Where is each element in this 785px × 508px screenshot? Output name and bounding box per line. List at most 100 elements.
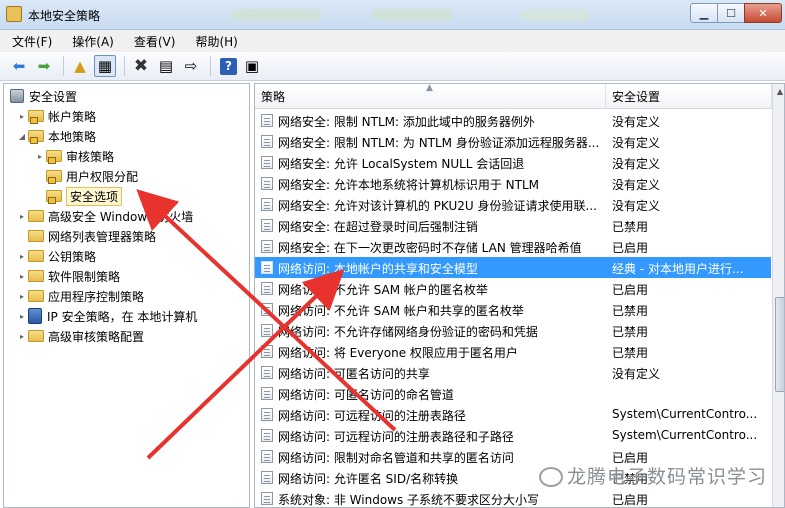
scroll-up-icon[interactable]: ▲ [773, 84, 784, 100]
console-view-icon[interactable]: ▣ [241, 55, 263, 77]
tree-root[interactable]: 安全设置 [10, 86, 77, 106]
table-row[interactable]: 网络安全: 在下一次更改密码时不存储 LAN 管理器哈希值 已启用 [255, 236, 771, 257]
expand-arrow-icon[interactable]: ▸ [16, 212, 28, 221]
policy-name: 网络访问: 限制对命名管道和共享的匿名访问 [278, 451, 514, 465]
policy-list: 策略 ▲ 安全设置 网络安全: 限制 NTLM: 添加此域中的服务器例外 没有定义… [254, 83, 785, 508]
folder-icon [28, 330, 44, 342]
policy-icon [261, 198, 273, 211]
tree-item-advanced-audit[interactable]: ▸ 高级审核策略配置 [16, 326, 144, 346]
tree-item-ip-security[interactable]: ▸ IP 安全策略，在 本地计算机 [16, 306, 197, 326]
expand-arrow-icon[interactable]: ▸ [16, 252, 28, 261]
maximize-button[interactable]: ☐ [717, 3, 745, 23]
policy-name: 网络访问: 不允许 SAM 帐户的匿名枚举 [278, 283, 488, 297]
expand-arrow-icon[interactable]: ▸ [16, 292, 28, 301]
delete-icon[interactable]: ✖ [130, 55, 152, 77]
table-row[interactable]: 网络访问: 可匿名访问的共享 没有定义 [255, 362, 771, 383]
tree-item-user-rights[interactable]: 用户权限分配 [34, 166, 138, 186]
policy-icon [261, 324, 273, 337]
policy-setting: 没有定义 [612, 199, 661, 213]
policy-icon [261, 429, 273, 442]
tree-item-public-key[interactable]: ▸ 公钥策略 [16, 246, 96, 266]
menu-action[interactable]: 操作(A) [68, 31, 118, 52]
policy-name: 网络安全: 允许本地系统将计算机标识用于 NTLM [278, 178, 540, 192]
table-row[interactable]: 网络安全: 限制 NTLM: 添加此域中的服务器例外 没有定义 [255, 110, 771, 131]
policy-setting: 没有定义 [612, 157, 661, 171]
up-folder-icon[interactable]: ▲ [69, 55, 91, 77]
table-row[interactable]: 网络访问: 可匿名访问的命名管道 [255, 383, 771, 404]
menu-file[interactable]: 文件(F) [8, 31, 56, 52]
column-header-policy[interactable]: 策略 ▲ [255, 84, 606, 109]
watermark-text: 龙腾电子数码常识学习 [567, 466, 768, 488]
tree-item-network-list[interactable]: 网络列表管理器策略 [16, 226, 156, 246]
tree-item-security-options[interactable]: 安全选项 [34, 186, 123, 206]
table-row[interactable]: 网络访问: 不允许存储网络身份验证的密码和凭据 已禁用 [255, 320, 771, 341]
policy-setting: 没有定义 [612, 367, 661, 381]
collapse-arrow-icon[interactable]: ◢ [16, 132, 28, 141]
table-row[interactable]: 网络安全: 允许 LocalSystem NULL 会话回退 没有定义 [255, 152, 771, 173]
navigation-tree: 安全设置 ▸ 帐户策略 ◢ 本地策略 ▸ 审核策略 用户权限分配 安全选项 ▸ … [3, 83, 250, 508]
table-row[interactable]: 网络访问: 本地帐户的共享和安全模型 经典 - 对本地用户进行... [255, 257, 771, 278]
folder-icon [28, 110, 44, 124]
table-row[interactable]: 网络安全: 允许对该计算机的 PKU2U 身份验证请求使用联... 没有定义 [255, 194, 771, 215]
folder-icon [46, 150, 62, 164]
properties-icon[interactable]: ▤ [155, 55, 177, 77]
window-title: 本地安全策略 [28, 9, 101, 23]
policy-setting: 没有定义 [612, 136, 661, 150]
policy-name: 网络访问: 可远程访问的注册表路径 [278, 409, 466, 423]
folder-icon [28, 130, 44, 144]
policy-setting: 没有定义 [612, 115, 661, 129]
policy-setting: System\CurrentContro... [612, 428, 758, 442]
table-row[interactable]: 系统对象: 非 Windows 子系统不要求区分大小写 已启用 [255, 488, 771, 507]
scrollbar-thumb[interactable] [775, 297, 784, 392]
column-header-label: 策略 [261, 90, 286, 104]
expand-arrow-icon[interactable]: ▸ [16, 332, 28, 341]
tree-item-label: 网络列表管理器策略 [48, 229, 157, 244]
tree-item-label: IP 安全策略，在 本地计算机 [47, 309, 198, 324]
menu-view[interactable]: 查看(V) [130, 31, 180, 52]
tree-item-local-policy[interactable]: ◢ 本地策略 [16, 126, 96, 146]
tree-item-software-restriction[interactable]: ▸ 软件限制策略 [16, 266, 120, 286]
expand-arrow-icon[interactable]: ▸ [16, 312, 28, 321]
arrow-left-icon[interactable]: ⬅ [8, 55, 30, 77]
policy-setting: 已启用 [612, 241, 649, 255]
expand-arrow-icon[interactable]: ▸ [16, 272, 28, 281]
policy-name: 网络访问: 将 Everyone 权限应用于匿名用户 [278, 346, 518, 360]
expand-arrow-icon[interactable]: ▸ [16, 112, 28, 121]
policy-icon [261, 471, 273, 484]
column-header-label: 安全设置 [612, 90, 661, 104]
vertical-scrollbar[interactable]: ▲ [772, 84, 784, 507]
policy-icon [261, 261, 273, 274]
menu-help[interactable]: 帮助(H) [191, 31, 241, 52]
policy-name: 网络访问: 可匿名访问的命名管道 [278, 388, 454, 402]
tree-item-account-policy[interactable]: ▸ 帐户策略 [16, 106, 96, 126]
close-button[interactable]: ✕ [744, 3, 782, 23]
column-header-setting[interactable]: 安全设置 [606, 84, 772, 109]
table-row[interactable]: 网络访问: 可远程访问的注册表路径 System\CurrentContro... [255, 404, 771, 425]
folder-icon [46, 190, 62, 204]
table-row[interactable]: 网络访问: 不允许 SAM 帐户的匿名枚举 已启用 [255, 278, 771, 299]
tree-item-label: 审核策略 [66, 149, 115, 164]
tree-item-audit-policy[interactable]: ▸ 审核策略 [34, 146, 114, 166]
table-row[interactable]: 网络访问: 可远程访问的注册表路径和子路径 System\CurrentContr… [255, 425, 771, 446]
tree-item-label: 本地策略 [48, 129, 97, 144]
export-list-icon[interactable]: ⇨ [180, 55, 202, 77]
toolbar-separator [210, 56, 211, 76]
policy-icon [261, 135, 273, 148]
table-row[interactable]: 网络安全: 限制 NTLM: 为 NTLM 身份验证添加远程服务器... 没有定义 [255, 131, 771, 152]
minimize-button[interactable]: ▁ [690, 3, 718, 23]
help-icon[interactable]: ? [220, 57, 237, 75]
policy-name: 网络访问: 本地帐户的共享和安全模型 [278, 262, 478, 276]
table-row[interactable]: 网络访问: 将 Everyone 权限应用于匿名用户 已禁用 [255, 341, 771, 362]
table-row[interactable]: 网络安全: 允许本地系统将计算机标识用于 NTLM 没有定义 [255, 173, 771, 194]
tree-item-app-control[interactable]: ▸ 应用程序控制策略 [16, 286, 144, 306]
blurred-region [232, 9, 322, 21]
arrow-right-icon[interactable]: ➡ [33, 55, 55, 77]
policy-icon [261, 450, 273, 463]
tree-item-firewall[interactable]: ▸ 高级安全 Windows 防火墙 [16, 206, 193, 226]
policy-name: 网络安全: 在超过登录时间后强制注销 [278, 220, 478, 234]
show-tree-icon[interactable]: ▦ [94, 55, 116, 77]
table-row[interactable]: 网络安全: 在超过登录时间后强制注销 已禁用 [255, 215, 771, 236]
table-row[interactable]: 网络访问: 不允许 SAM 帐户和共享的匿名枚举 已禁用 [255, 299, 771, 320]
tree-item-label: 安全选项 [66, 186, 123, 206]
expand-arrow-icon[interactable]: ▸ [34, 152, 46, 161]
